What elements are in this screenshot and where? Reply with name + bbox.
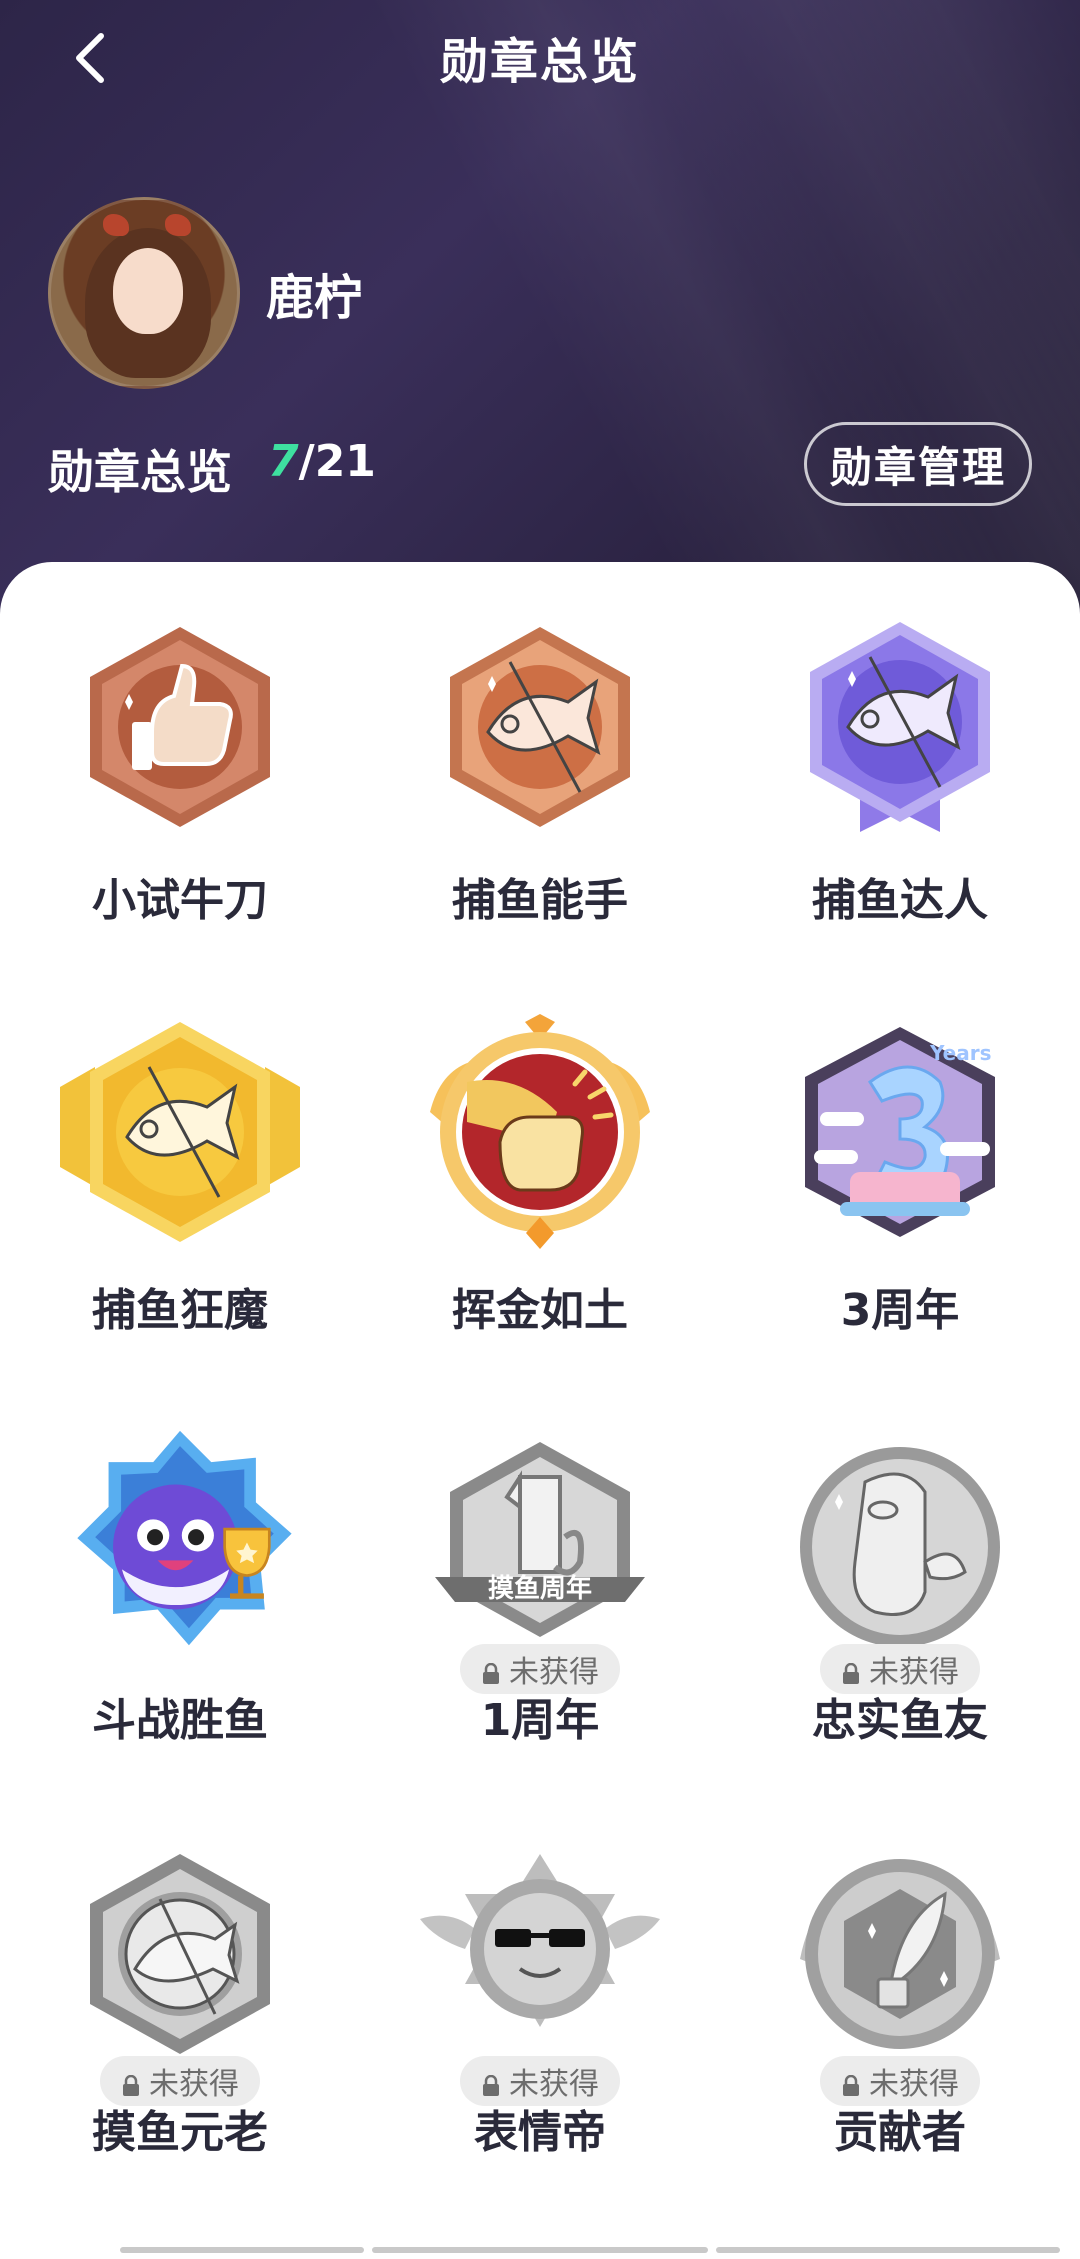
badge-item[interactable]: 斗战胜鱼 — [0, 1422, 360, 1802]
badge-name: 忠实鱼友 — [812, 1695, 988, 1746]
badge-item[interactable]: Years 3周年 — [720, 1012, 1080, 1392]
hand-gold-medal-icon — [415, 1012, 665, 1262]
svg-text:Years: Years — [929, 1041, 991, 1065]
earned-count: 7 — [268, 436, 299, 487]
badge-item[interactable]: 未获得 贡献者 — [720, 1834, 1080, 2214]
sunglasses-grey-star-icon — [415, 1834, 665, 2084]
lock-icon — [481, 2070, 501, 2096]
badge-name: 捕鱼达人 — [812, 875, 988, 926]
manage-badges-button[interactable]: 勋章管理 — [804, 422, 1032, 506]
fish-copper-hexagon-icon — [415, 602, 665, 852]
badge-panel: 小试牛刀 捕鱼能手 捕鱼达人 捕鱼狂魔 挥金如土 Years 3周年 斗战胜鱼 … — [0, 562, 1080, 2259]
header: 勋章总览 鹿柠 勋章总览 7/21 勋章管理 — [0, 0, 1080, 620]
badge-item[interactable]: 小试牛刀 — [0, 602, 360, 982]
page-title: 勋章总览 — [439, 34, 640, 90]
thumbs-up-bronze-hexagon-icon — [55, 602, 305, 852]
three-years-cake-icon: Years — [775, 1012, 1025, 1262]
avatar[interactable] — [48, 197, 240, 389]
username: 鹿柠 — [266, 270, 363, 326]
fish-gold-hexagon-icon — [55, 1012, 305, 1262]
badge-item[interactable]: 摸鱼周年 未获得 1周年 — [360, 1422, 720, 1802]
lock-icon — [121, 2070, 141, 2096]
fish-grey-circle-icon — [775, 1422, 1025, 1672]
badge-item[interactable]: 未获得 忠实鱼友 — [720, 1422, 1080, 1802]
badge-name: 表情帝 — [474, 2107, 606, 2158]
badge-name: 斗战胜鱼 — [92, 1695, 268, 1746]
pufferfish-trophy-icon — [55, 1422, 305, 1672]
badge-name: 挥金如土 — [452, 1285, 628, 1336]
fish-purple-hexagon-icon — [775, 602, 1025, 852]
badge-item[interactable]: 未获得 表情帝 — [360, 1834, 720, 2214]
badge-item[interactable]: 捕鱼能手 — [360, 602, 720, 982]
badge-name: 小试牛刀 — [92, 875, 268, 926]
badge-name: 捕鱼能手 — [452, 875, 628, 926]
badge-name: 1周年 — [480, 1695, 600, 1746]
badge-item[interactable]: 未获得 摸鱼元老 — [0, 1834, 360, 2214]
badge-item[interactable]: 挥金如土 — [360, 1012, 720, 1392]
badge-name: 摸鱼元老 — [92, 2107, 268, 2158]
badge-item[interactable]: 捕鱼达人 — [720, 602, 1080, 982]
feather-grey-circle-icon — [775, 1834, 1025, 2084]
total-count: /21 — [298, 436, 376, 487]
badge-item[interactable]: 捕鱼狂魔 — [0, 1012, 360, 1392]
fish-grey-hexagon-icon — [55, 1834, 305, 2084]
anniversary-text: 摸鱼周年 — [488, 1573, 592, 1604]
one-year-grey-icon: 摸鱼周年 — [415, 1422, 665, 1672]
lock-icon — [841, 1658, 861, 1684]
lock-icon — [481, 1658, 501, 1684]
summary-label: 勋章总览 — [48, 445, 232, 499]
badge-name: 3周年 — [840, 1285, 960, 1336]
badge-name: 贡献者 — [834, 2107, 966, 2158]
badge-name: 捕鱼狂魔 — [92, 1285, 268, 1336]
lock-icon — [841, 2070, 861, 2096]
badge-count: 7/21 — [268, 436, 376, 487]
bottom-scroll-indicator — [120, 2247, 1060, 2255]
